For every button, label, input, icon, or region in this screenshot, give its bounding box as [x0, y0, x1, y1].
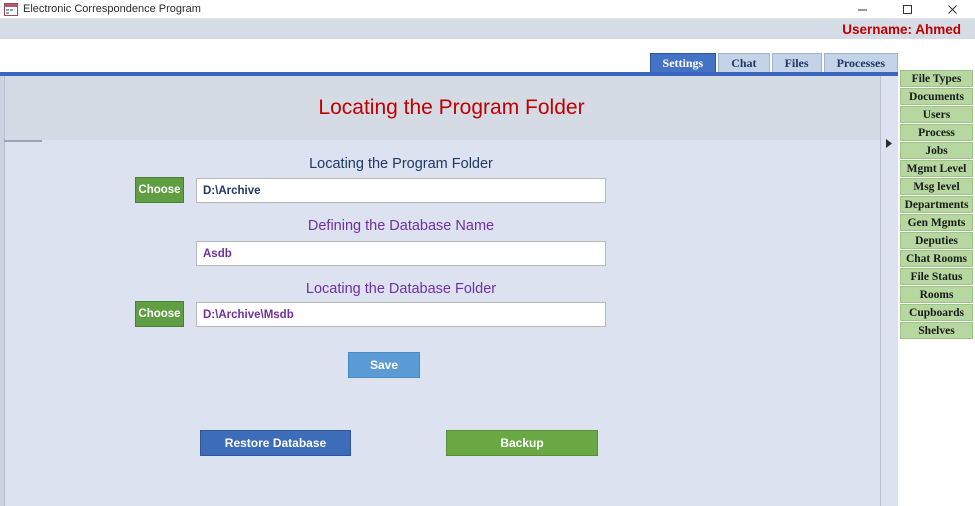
maximize-button[interactable] — [885, 0, 930, 19]
tab-strip: Settings Chat Files Processes — [0, 39, 975, 72]
sidebar-item-jobs[interactable]: Jobs — [900, 142, 973, 159]
tab-list: Settings Chat Files Processes — [649, 53, 900, 72]
label-database-name: Defining the Database Name — [307, 218, 495, 234]
database-window-icon — [4, 2, 18, 16]
window-title: Electronic Correspondence Program — [23, 3, 201, 15]
program-folder-input[interactable]: D:\Archive — [196, 178, 606, 203]
tab-processes[interactable]: Processes — [823, 53, 898, 72]
username-band: Username: Ahmed — [0, 19, 975, 39]
sidebar-item-rooms[interactable]: Rooms — [900, 286, 973, 303]
save-button[interactable]: Save — [348, 352, 420, 378]
sidebar-item-cupboards[interactable]: Cupboards — [900, 304, 973, 321]
database-name-input[interactable]: Asdb — [196, 241, 606, 266]
form-header-band: Locating the Program Folder — [5, 76, 898, 140]
tab-settings[interactable]: Settings — [649, 53, 717, 72]
choose-program-folder-button[interactable]: Choose — [135, 177, 184, 203]
username-label: Username: Ahmed — [842, 21, 961, 37]
sidebar-item-gen-mgmts[interactable]: Gen Mgmts — [900, 214, 973, 231]
page-title: Locating the Program Folder — [318, 96, 585, 119]
sidebar-item-process[interactable]: Process — [900, 124, 973, 141]
sidebar-item-departments[interactable]: Departments — [900, 196, 973, 213]
label-database-folder: Locating the Database Folder — [305, 281, 497, 297]
choose-database-folder-button[interactable]: Choose — [135, 301, 184, 327]
backup-button[interactable]: Backup — [446, 430, 598, 456]
minimize-button[interactable] — [840, 0, 885, 19]
label-program-folder: Locating the Program Folder — [309, 156, 493, 172]
sidebar-item-chat-rooms[interactable]: Chat Rooms — [900, 250, 973, 267]
sidebar-item-users[interactable]: Users — [900, 106, 973, 123]
sidebar-item-mgmt-level[interactable]: Mgmt Level — [900, 160, 973, 177]
application-window: Electronic Correspondence Program Userna… — [0, 0, 975, 506]
sidebar-item-deputies[interactable]: Deputies — [900, 232, 973, 249]
sidebar-item-file-types[interactable]: File Types — [900, 70, 973, 87]
sidebar-item-file-status[interactable]: File Status — [900, 268, 973, 285]
sidebar-item-documents[interactable]: Documents — [900, 88, 973, 105]
database-folder-input[interactable]: D:\Archive\Msdb — [196, 302, 606, 327]
sidebar-item-msg-level[interactable]: Msg level — [900, 178, 973, 195]
close-button[interactable] — [930, 0, 975, 19]
restore-database-button[interactable]: Restore Database — [200, 430, 351, 456]
tab-files[interactable]: Files — [771, 53, 822, 72]
sidebar-item-shelves[interactable]: Shelves — [900, 322, 973, 339]
right-sidebar: File Types Documents Users Process Jobs … — [898, 70, 975, 340]
tab-chat[interactable]: Chat — [718, 53, 770, 72]
window-titlebar: Electronic Correspondence Program — [0, 0, 975, 19]
chevron-right-icon[interactable] — [885, 138, 894, 149]
form-body: Locating the Program Folder Locating the… — [0, 76, 898, 506]
